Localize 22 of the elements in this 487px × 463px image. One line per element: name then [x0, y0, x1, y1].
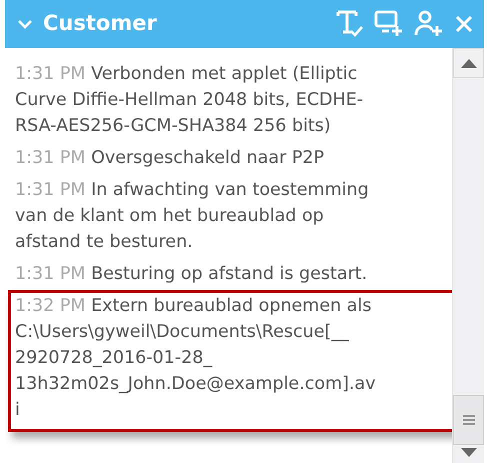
up-arrow-icon — [460, 58, 476, 68]
scroll-up-button[interactable] — [453, 48, 484, 78]
person-plus-icon — [414, 9, 444, 39]
monitor-plus-icon — [374, 9, 404, 39]
text-check-icon — [336, 9, 364, 39]
collapse-button[interactable] — [17, 19, 33, 29]
close-icon — [454, 14, 474, 34]
close-button[interactable] — [454, 14, 474, 34]
chat-message: 1:31 PM Oversgeschakeld naar P2P — [15, 147, 326, 170]
chat-message: 1:31 PM Verbonden met applet (Elliptic Curve Diffie-Hellman 2048 bits, ECDHE- RSA-AES256-GCM-SHA384 256 bits) — [15, 63, 364, 138]
add-user-button[interactable] — [414, 9, 444, 39]
chevron-icon — [17, 19, 33, 29]
scroll-thumb[interactable] — [453, 395, 484, 445]
chat-message: 1:32 PM Extern bureaublad opnemen als C:\Users\gyweil\Documents\Rescue[__ 2920728_2016-01-28_ 13h32m02s_John.Doe@example.com].av i — [15, 295, 377, 422]
panel-title: Customer — [43, 10, 158, 38]
chat-message: 1:31 PM Besturing op afstand is gestart. — [15, 263, 368, 286]
grip-icon — [462, 415, 474, 425]
text-check-button[interactable] — [336, 9, 364, 39]
chat-message: 1:31 PM In afwachting van toestemming van de klant om het bureaublad op afstand te besturen. — [15, 179, 370, 254]
down-arrow-icon — [460, 448, 476, 457]
add-screen-button[interactable] — [374, 9, 404, 39]
scrollbar[interactable] — [452, 48, 484, 463]
